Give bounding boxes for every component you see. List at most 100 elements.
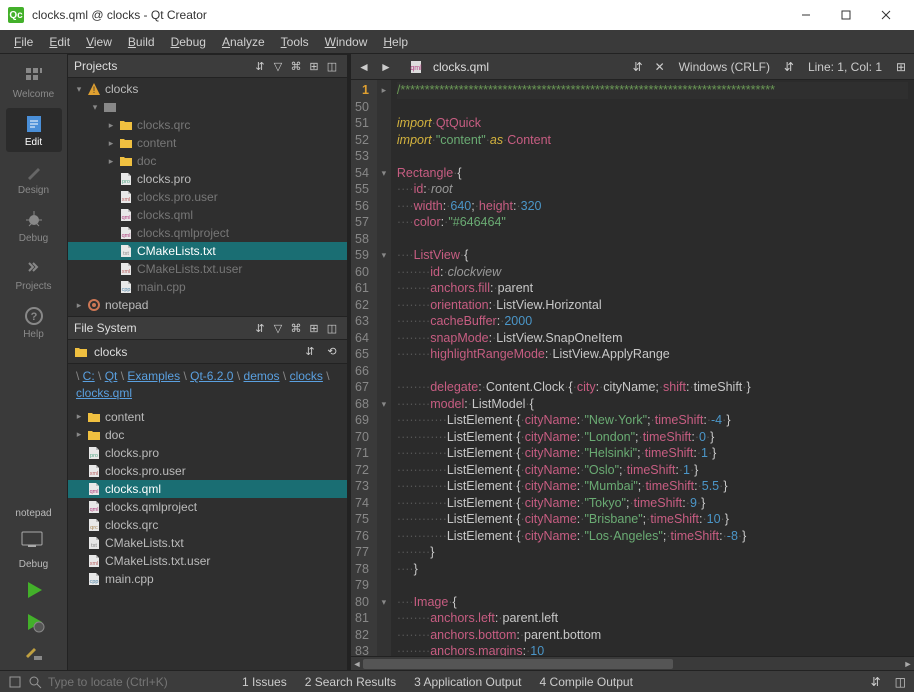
breadcrumb-link[interactable]: C: bbox=[83, 369, 95, 383]
locator-input[interactable] bbox=[48, 675, 228, 689]
fs-location-bar[interactable]: clocks ⇵ ⟲ bbox=[68, 340, 347, 364]
menu-window[interactable]: Window bbox=[317, 32, 376, 52]
fold-marker[interactable]: ▾ bbox=[377, 165, 391, 182]
menu-help[interactable]: Help bbox=[375, 32, 416, 52]
folder-icon bbox=[118, 136, 134, 150]
output-toggle-icon[interactable]: ◫ bbox=[895, 675, 906, 689]
tree-item[interactable]: proclocks.pro bbox=[68, 444, 347, 462]
breadcrumb-link[interactable]: Qt-6.2.0 bbox=[190, 369, 233, 383]
menu-analyze[interactable]: Analyze bbox=[214, 32, 273, 52]
folder-icon bbox=[118, 154, 134, 168]
tree-item[interactable]: txtCMakeLists.txt bbox=[68, 534, 347, 552]
tree-item[interactable]: ▸content bbox=[68, 408, 347, 426]
sync-icon[interactable]: ⟲ bbox=[323, 343, 341, 361]
output-pane-tab[interactable]: 3 Application Output bbox=[414, 675, 521, 689]
fs-add-icon[interactable]: ⊞ bbox=[305, 319, 323, 337]
chevron-down-icon[interactable]: ⇵ bbox=[301, 343, 319, 361]
open-file-name[interactable]: clocks.qml bbox=[427, 60, 495, 74]
split-editor-icon[interactable]: ⊞ bbox=[892, 58, 910, 76]
fs-filter-icon[interactable]: ▽ bbox=[269, 319, 287, 337]
breadcrumb-link[interactable]: demos bbox=[244, 369, 280, 383]
menu-edit[interactable]: Edit bbox=[41, 32, 78, 52]
tree-item[interactable]: txtCMakeLists.txt bbox=[68, 242, 347, 260]
output-pane-tab[interactable]: 1 Issues bbox=[242, 675, 287, 689]
nav-back-icon[interactable]: ◄ bbox=[355, 58, 373, 76]
scroll-right-icon[interactable]: ► bbox=[902, 657, 914, 671]
folder-icon bbox=[86, 410, 102, 424]
menu-tools[interactable]: Tools bbox=[273, 32, 317, 52]
line-ending[interactable]: Windows (CRLF) bbox=[673, 60, 776, 74]
close-button[interactable] bbox=[866, 0, 906, 30]
close-file-icon[interactable]: ✕ bbox=[651, 58, 669, 76]
window-title: clocks.qml @ clocks - Qt Creator bbox=[32, 8, 786, 22]
tree-item[interactable]: cppmain.cpp bbox=[68, 278, 347, 296]
scrollbar-thumb[interactable] bbox=[363, 659, 673, 669]
file-dropdown-icon[interactable]: ⇵ bbox=[629, 58, 647, 76]
tree-item[interactable]: ▾ bbox=[68, 98, 347, 116]
mode-debug[interactable]: Debug bbox=[6, 204, 62, 248]
tree-item[interactable]: qmlclocks.qmlproject bbox=[68, 498, 347, 516]
breadcrumb-link[interactable]: Examples bbox=[127, 369, 180, 383]
kit-selector[interactable] bbox=[14, 526, 54, 552]
tree-item[interactable]: xmlclocks.pro.user bbox=[68, 462, 347, 480]
nav-fwd-icon[interactable]: ► bbox=[377, 58, 395, 76]
fs-dropdown-icon[interactable]: ⇵ bbox=[251, 319, 269, 337]
mode-projects[interactable]: Projects bbox=[6, 252, 62, 296]
menu-debug[interactable]: Debug bbox=[163, 32, 214, 52]
fs-close-icon[interactable]: ◫ bbox=[323, 319, 341, 337]
fold-marker[interactable]: ▾ bbox=[377, 396, 391, 413]
breadcrumb-link[interactable]: clocks bbox=[290, 369, 323, 383]
fold-marker[interactable]: ▾ bbox=[377, 594, 391, 611]
fs-link-icon[interactable]: ⌘ bbox=[287, 319, 305, 337]
menu-build[interactable]: Build bbox=[120, 32, 163, 52]
projects-dropdown-icon[interactable]: ⇵ bbox=[251, 57, 269, 75]
minimize-button[interactable] bbox=[786, 0, 826, 30]
tree-item[interactable]: xmlCMakeLists.txt.user bbox=[68, 552, 347, 570]
chevron-down-icon[interactable]: ⇵ bbox=[871, 675, 881, 689]
breadcrumb-link[interactable]: clocks.qml bbox=[76, 386, 132, 400]
tree-item[interactable]: cppmain.cpp bbox=[68, 570, 347, 588]
filter-icon[interactable]: ▽ bbox=[269, 57, 287, 75]
tree-item[interactable]: ▾!clocks bbox=[68, 80, 347, 98]
tree-item[interactable]: ▸doc bbox=[68, 152, 347, 170]
breadcrumb-link[interactable]: Qt bbox=[105, 369, 118, 383]
code-editor[interactable]: 1505152535455565758596061626364656667686… bbox=[351, 80, 914, 656]
horizontal-scrollbar[interactable]: ◄ ► bbox=[351, 656, 914, 670]
fold-marker bbox=[377, 181, 391, 198]
split-icon[interactable]: ◫ bbox=[323, 57, 341, 75]
maximize-button[interactable] bbox=[826, 0, 866, 30]
scroll-left-icon[interactable]: ◄ bbox=[351, 657, 363, 671]
link-icon[interactable]: ⌘ bbox=[287, 57, 305, 75]
tree-item[interactable]: qmlclocks.qml bbox=[68, 206, 347, 224]
mode-help[interactable]: ? Help bbox=[6, 300, 62, 344]
output-pane-tab[interactable]: 4 Compile Output bbox=[540, 675, 633, 689]
run-debug-button[interactable] bbox=[14, 609, 54, 635]
tree-item[interactable]: ▸content bbox=[68, 134, 347, 152]
run-button[interactable] bbox=[14, 577, 54, 603]
tree-item[interactable]: ▸notepad bbox=[68, 296, 347, 314]
tree-item[interactable]: ▸clocks.qrc bbox=[68, 116, 347, 134]
build-button[interactable] bbox=[14, 641, 54, 667]
tree-item[interactable]: xmlCMakeLists.txt.user bbox=[68, 260, 347, 278]
tree-item[interactable]: qmlclocks.qml bbox=[68, 480, 347, 498]
tree-item[interactable]: ▸doc bbox=[68, 426, 347, 444]
menu-view[interactable]: View bbox=[78, 32, 120, 52]
fold-marker[interactable]: ▸ bbox=[377, 82, 391, 99]
menu-file[interactable]: File bbox=[6, 32, 41, 52]
tree-item[interactable]: proclocks.pro bbox=[68, 170, 347, 188]
mode-welcome[interactable]: Welcome bbox=[6, 60, 62, 104]
fold-marker[interactable]: ▾ bbox=[377, 247, 391, 264]
fold-marker bbox=[377, 363, 391, 380]
mode-edit[interactable]: Edit bbox=[6, 108, 62, 152]
filesystem-tree[interactable]: ▸content▸docproclocks.proxmlclocks.pro.u… bbox=[68, 406, 347, 670]
tree-item[interactable]: qrcclocks.qrc bbox=[68, 516, 347, 534]
add-icon[interactable]: ⊞ bbox=[305, 57, 323, 75]
output-pane-tab[interactable]: 2 Search Results bbox=[305, 675, 396, 689]
enc-dropdown-icon[interactable]: ⇵ bbox=[780, 58, 798, 76]
mode-design[interactable]: Design bbox=[6, 156, 62, 200]
tree-item[interactable]: xmlclocks.pro.user bbox=[68, 188, 347, 206]
cursor-position[interactable]: Line: 1, Col: 1 bbox=[802, 60, 888, 74]
tree-item[interactable]: qmlclocks.qmlproject bbox=[68, 224, 347, 242]
projects-tree[interactable]: ▾!clocks▾▸clocks.qrc▸content▸docproclock… bbox=[68, 78, 347, 316]
file-icon: xml bbox=[86, 464, 102, 478]
